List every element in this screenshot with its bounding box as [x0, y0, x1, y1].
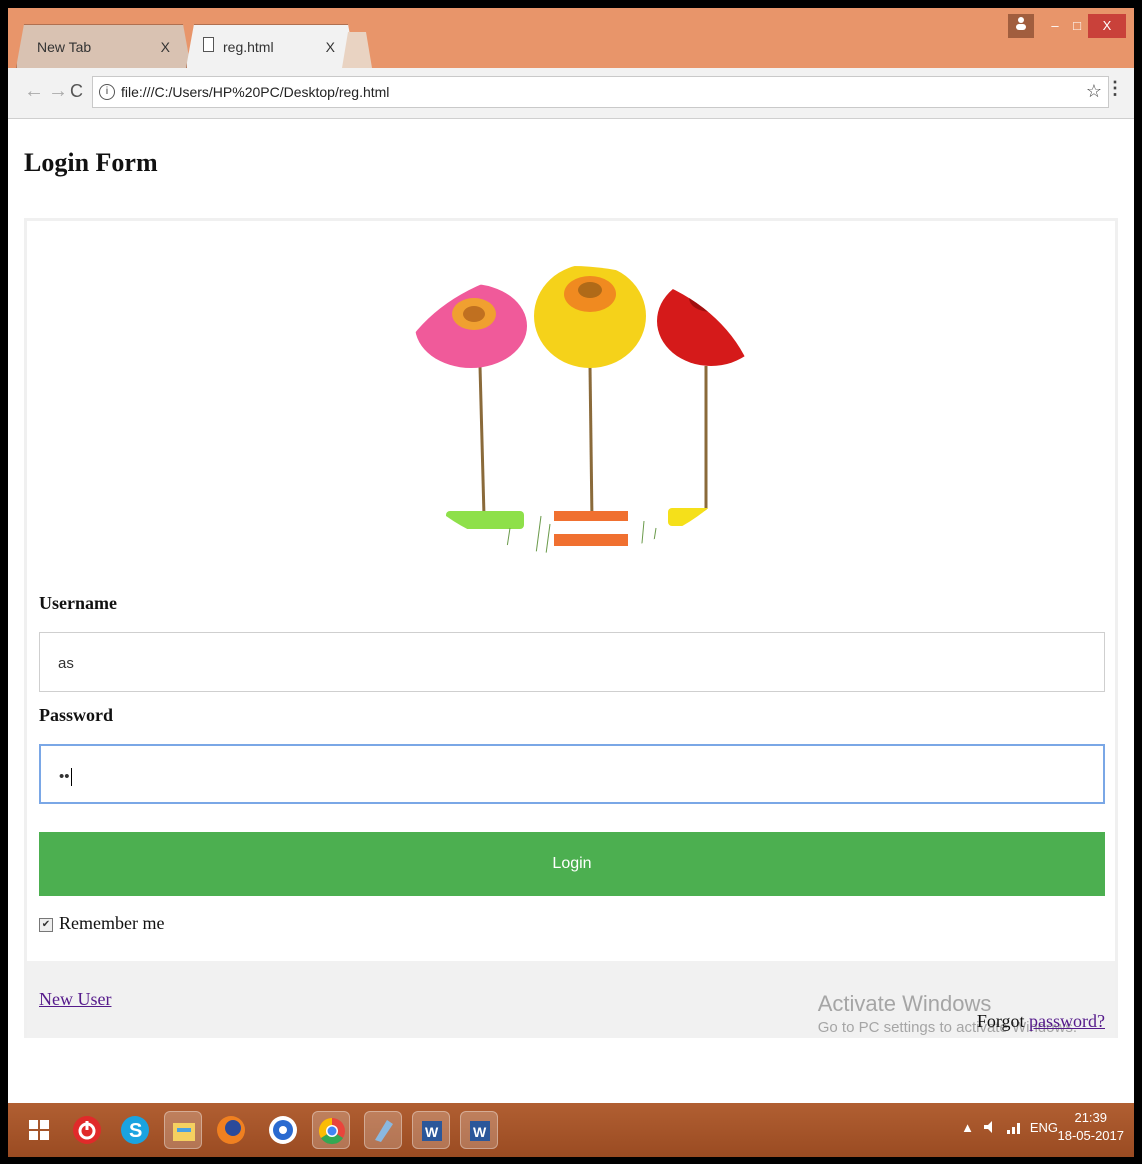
windows-start-icon[interactable] [20, 1111, 58, 1149]
firefox-icon[interactable] [212, 1111, 250, 1149]
tab-label: New Tab [37, 39, 92, 55]
username-value: as [58, 655, 74, 672]
svg-text:W: W [473, 1124, 487, 1140]
text-caret [70, 768, 72, 787]
user-profile-icon[interactable] [1008, 14, 1034, 38]
app-icon[interactable] [364, 1111, 402, 1149]
forgot-password-link[interactable]: password? [1029, 1011, 1105, 1031]
forgot-password: Forgot password? [977, 1011, 1105, 1032]
url-text: file:///C:/Users/HP%20PC/Desktop/reg.htm… [121, 84, 390, 100]
language-indicator[interactable]: ENG [1030, 1120, 1058, 1135]
password-label: Password [39, 705, 114, 725]
tab-close-icon[interactable]: X [161, 39, 170, 55]
close-window-button[interactable]: X [1088, 14, 1126, 38]
maximize-button[interactable]: □ [1066, 14, 1088, 38]
word-icon-2[interactable]: W [460, 1111, 498, 1149]
clock-time: 21:39 [1074, 1110, 1108, 1125]
speaker-icon[interactable] [982, 1120, 996, 1137]
word-icon[interactable]: W [412, 1111, 450, 1149]
show-hidden-icons-icon[interactable]: ▲ [961, 1120, 974, 1135]
bookmark-star-icon[interactable]: ☆ [1086, 81, 1102, 102]
password-input[interactable]: •• [39, 744, 1105, 804]
forward-arrow-icon[interactable]: → [48, 80, 68, 103]
tab-close-icon[interactable]: X [326, 39, 335, 55]
login-footer: New User Activate Windows Go to PC setti… [27, 961, 1115, 1038]
url-input[interactable]: i file:///C:/Users/HP%20PC/Desktop/reg.h… [92, 76, 1109, 108]
file-explorer-icon[interactable] [164, 1111, 202, 1149]
signal-icon[interactable] [1006, 1120, 1022, 1137]
browser-menu-icon[interactable]: ⋮ [1106, 78, 1124, 99]
remember-me-row: ✔ Remember me [39, 913, 164, 934]
login-button[interactable]: Login [39, 832, 1105, 896]
remember-me-checkbox[interactable]: ✔ [39, 917, 53, 932]
page-title: Login Form [24, 148, 158, 177]
clock-date: 18-05-2017 [1057, 1128, 1125, 1143]
skype-icon[interactable]: S [116, 1111, 154, 1149]
flower-image [386, 266, 758, 554]
screen: New Tab X reg.html X – □ X ← → C i file:… [8, 8, 1134, 1157]
info-icon[interactable]: i [99, 84, 115, 100]
reload-icon[interactable]: C [70, 81, 83, 102]
new-user-link[interactable]: New User [39, 989, 111, 1010]
minimize-button[interactable]: – [1044, 14, 1066, 38]
tab-new-tab[interactable]: New Tab X [16, 24, 191, 68]
tab-label: reg.html [223, 39, 274, 55]
windows-taskbar: S W W ▲ ENG 21:39 18-05-2017 [8, 1103, 1134, 1157]
window-controls: – □ X [1008, 14, 1126, 40]
svg-text:S: S [129, 1120, 142, 1142]
password-value: •• [59, 768, 70, 785]
chrome-icon[interactable] [312, 1111, 350, 1149]
browser-tab-bar: New Tab X reg.html X – □ X [8, 8, 1134, 68]
remember-me-label: Remember me [59, 913, 165, 933]
username-input[interactable]: as [39, 632, 1105, 692]
forgot-text: Forgot [976, 1011, 1030, 1031]
username-label: Username [39, 593, 117, 613]
clock[interactable]: 21:39 18-05-2017 [1058, 1109, 1125, 1145]
back-arrow-icon[interactable]: ← [24, 80, 44, 103]
power-icon[interactable] [68, 1111, 106, 1149]
address-bar-row: ← → C i file:///C:/Users/HP%20PC/Desktop… [8, 68, 1134, 119]
tab-reg-html[interactable]: reg.html X [186, 24, 356, 68]
page-icon [203, 37, 214, 52]
svg-text:W: W [425, 1124, 439, 1140]
media-icon[interactable] [264, 1111, 302, 1149]
login-card: Username as Password •• Login ✔ Remember … [24, 218, 1118, 1038]
